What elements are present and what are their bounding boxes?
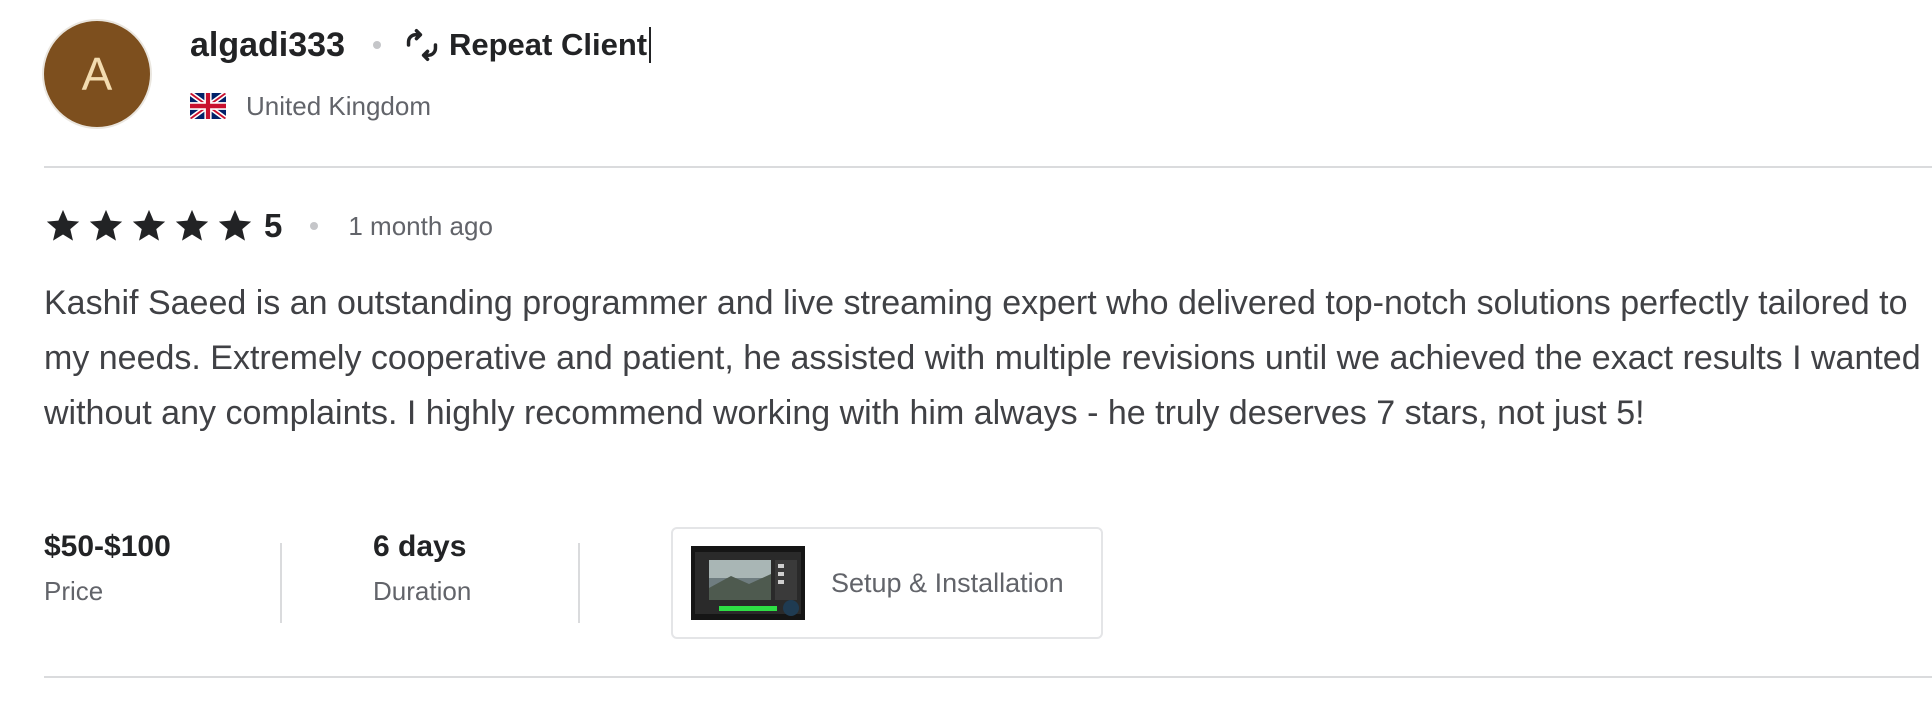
gig-thumbnail-art <box>691 546 805 620</box>
reviewer-country: United Kingdom <box>246 90 431 121</box>
duration-value: 6 days <box>373 530 467 563</box>
review-divider <box>44 676 1932 678</box>
star-icon <box>46 209 80 241</box>
star-icon <box>175 209 209 241</box>
reviewer-username[interactable]: algadi333 <box>190 26 345 65</box>
uk-flag-icon <box>190 93 226 119</box>
price-label: Price <box>44 576 104 606</box>
avatar-letter: A <box>81 48 113 100</box>
gig-thumbnail-image <box>691 546 805 620</box>
star-icon <box>132 209 166 241</box>
separator-dot <box>372 41 381 49</box>
star-rating <box>44 207 259 245</box>
price-value: $50-$100 <box>44 530 171 563</box>
order-meta-row: $50-$100 Price 6 days Duration Setup & I… <box>44 525 1932 641</box>
rating-row: 5 1 month ago <box>44 204 493 248</box>
duration-label: Duration <box>373 576 472 606</box>
review-time-ago: 1 month ago <box>348 210 493 241</box>
meta-divider <box>578 543 580 623</box>
gig-title: Setup & Installation <box>831 567 1064 598</box>
meta-divider <box>280 543 282 623</box>
review-text: Kashif Saeed is an outstanding programme… <box>44 284 1921 432</box>
reviewer-name-row: algadi333 Repeat Client <box>190 24 652 66</box>
reviewer-country-row: United Kingdom <box>190 88 431 124</box>
duration-block: 6 days Duration <box>373 525 471 613</box>
price-block: $50-$100 Price <box>44 525 171 613</box>
reviewer-header: A algadi333 Repeat Client United Kingdom <box>44 0 1932 168</box>
rating-score: 5 <box>264 207 283 244</box>
review-card: A algadi333 Repeat Client United Kingdom <box>44 0 1932 678</box>
star-icon <box>218 209 252 241</box>
avatar[interactable]: A <box>44 21 150 127</box>
gig-card[interactable]: Setup & Installation <box>671 527 1103 639</box>
star-icon <box>89 209 123 241</box>
repeat-client-badge: Repeat Client <box>449 27 652 63</box>
repeat-arrows-icon <box>406 29 438 61</box>
separator-dot <box>310 222 319 230</box>
